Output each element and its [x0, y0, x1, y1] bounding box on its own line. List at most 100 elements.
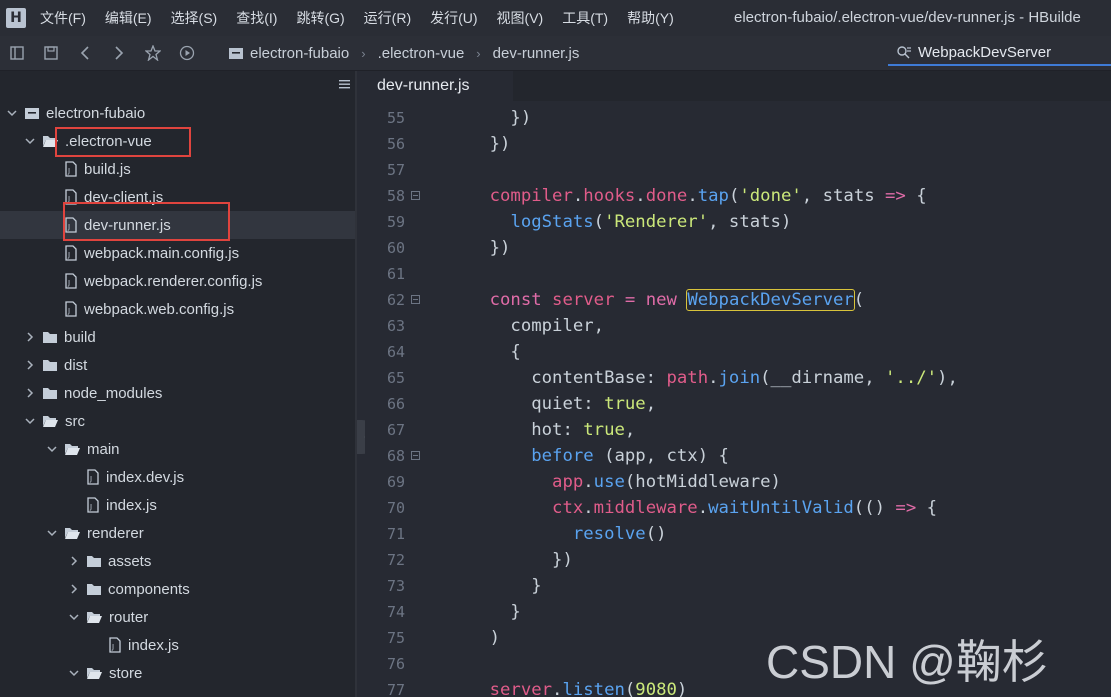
tree-file-item[interactable]: Jdev-runner.js — [0, 211, 357, 239]
menu-item[interactable]: 编辑(E) — [105, 8, 152, 28]
code-line[interactable]: 64 { — [365, 339, 1111, 365]
breadcrumb-item[interactable]: dev-runner.js — [493, 45, 580, 62]
menu-icon[interactable] — [339, 77, 351, 95]
menu-item[interactable]: 视图(V) — [497, 8, 544, 28]
search-box — [888, 40, 1111, 66]
code-line[interactable]: 71 resolve() — [365, 521, 1111, 547]
chevron-down-icon[interactable] — [68, 611, 80, 623]
tree-file-item[interactable]: Jindex.dev.js — [0, 463, 357, 491]
fold-toggle-icon[interactable] — [411, 295, 420, 304]
chevron-right-icon[interactable] — [24, 331, 36, 343]
code-line[interactable]: 73 } — [365, 573, 1111, 599]
chevron-down-icon[interactable] — [24, 415, 36, 427]
menu-item[interactable]: 工具(T) — [562, 8, 608, 28]
code-line[interactable]: 68 before (app, ctx) { — [365, 443, 1111, 469]
menu-item[interactable]: 发行(U) — [430, 8, 477, 28]
folder-icon — [86, 554, 102, 568]
code-token: 'done' — [739, 186, 802, 206]
file-js-icon: J — [64, 189, 78, 205]
code-line[interactable]: 63 compiler, — [365, 313, 1111, 339]
code-text: compiler, — [448, 313, 604, 339]
chevron-down-icon[interactable] — [46, 527, 58, 539]
folder-open-icon — [42, 414, 59, 428]
chevron-down-icon[interactable] — [6, 107, 18, 119]
code-line[interactable]: 55 }) — [365, 105, 1111, 131]
back-icon[interactable] — [68, 46, 102, 60]
tree-file-item[interactable]: Jdev-client.js — [0, 183, 357, 211]
tree-file-item[interactable]: Jwebpack.renderer.config.js — [0, 267, 357, 295]
tree-folder-item[interactable]: node_modules — [0, 379, 357, 407]
code-token: }) — [448, 550, 573, 570]
tree-folder-item[interactable]: components — [0, 575, 357, 603]
run-icon[interactable] — [170, 45, 204, 61]
forward-icon[interactable] — [102, 46, 136, 60]
code-line[interactable]: 66 quiet: true, — [365, 391, 1111, 417]
code-token: . — [708, 368, 719, 388]
line-number: 68 — [386, 447, 405, 465]
code-line[interactable]: 59 logStats('Renderer', stats) — [365, 209, 1111, 235]
tree-folder-item[interactable]: renderer — [0, 519, 357, 547]
breadcrumb-item[interactable]: electron-fubaio — [250, 45, 349, 62]
code-editor[interactable]: 55 }) 56 }) 57 58 compiler.hooks.done.tap('… — [365, 101, 1111, 697]
line-number: 64 — [386, 343, 405, 361]
chevron-down-icon[interactable] — [46, 443, 58, 455]
fold-toggle-icon[interactable] — [411, 191, 420, 200]
code-line[interactable]: 57 — [365, 157, 1111, 183]
menu-item[interactable]: 查找(I) — [236, 8, 277, 28]
code-line[interactable]: 56 }) — [365, 131, 1111, 157]
chevron-right-icon[interactable] — [24, 359, 36, 371]
menu-item[interactable]: 运行(R) — [364, 8, 411, 28]
tree-folder-item[interactable]: store — [0, 659, 357, 687]
search-input[interactable] — [918, 43, 1098, 61]
search-icon — [897, 46, 911, 59]
folder-open-icon — [86, 666, 103, 680]
code-line[interactable]: 61 — [365, 261, 1111, 287]
tree-file-item[interactable]: Jindex.js — [0, 491, 357, 519]
code-line[interactable]: 69 app.use(hotMiddleware) — [365, 469, 1111, 495]
tree-item-label: dev-client.js — [84, 188, 164, 206]
code-token: . — [697, 498, 709, 518]
tree-file-item[interactable]: Jwebpack.web.config.js — [0, 295, 357, 323]
menu-item[interactable]: 选择(S) — [171, 8, 218, 28]
tree-folder-item[interactable]: assets — [0, 547, 357, 575]
tree-folder-item[interactable]: src — [0, 407, 357, 435]
chevron-right-icon: › — [476, 45, 481, 61]
save-icon[interactable] — [34, 46, 68, 60]
code-line[interactable]: 60 }) — [365, 235, 1111, 261]
chevron-down-icon[interactable] — [68, 667, 80, 679]
code-line[interactable]: 62 const server = new WebpackDevServer( — [365, 287, 1111, 313]
code-text: quiet: true, — [448, 391, 656, 417]
svg-text:J: J — [67, 167, 70, 175]
code-line[interactable]: 74 } — [365, 599, 1111, 625]
tree-folder-item[interactable]: main — [0, 435, 357, 463]
code-token: new — [645, 290, 677, 310]
code-token: ) — [448, 628, 501, 648]
panel-toggle-icon[interactable] — [0, 46, 34, 60]
tree-folder-item[interactable]: electron-fubaio — [0, 99, 357, 127]
tree-folder-item[interactable]: dist — [0, 351, 357, 379]
fold-toggle-icon[interactable] — [411, 451, 420, 460]
code-line[interactable]: 70 ctx.middleware.waitUntilValid(() => { — [365, 495, 1111, 521]
chevron-right-icon[interactable] — [24, 387, 36, 399]
sidebar-scrollbar[interactable] — [355, 71, 357, 697]
chevron-down-icon[interactable] — [24, 135, 36, 147]
star-icon[interactable] — [136, 45, 170, 61]
menu-item[interactable]: 跳转(G) — [296, 8, 344, 28]
tree-folder-item[interactable]: .electron-vue — [0, 127, 357, 155]
tree-file-item[interactable]: Jindex.js — [0, 631, 357, 659]
menu-item[interactable]: 帮助(Y) — [627, 8, 674, 28]
code-line[interactable]: 67 hot: true, — [365, 417, 1111, 443]
breadcrumb-item[interactable]: .electron-vue — [378, 45, 465, 62]
chevron-right-icon[interactable] — [68, 583, 80, 595]
tab-dev-runner[interactable]: dev-runner.js — [365, 71, 513, 101]
code-line[interactable]: 58 compiler.hooks.done.tap('done', stats… — [365, 183, 1111, 209]
code-line[interactable]: 65 contentBase: path.join(__dirname, '..… — [365, 365, 1111, 391]
menu-item[interactable]: 文件(F) — [40, 8, 86, 28]
tree-folder-item[interactable]: router — [0, 603, 357, 631]
chevron-right-icon[interactable] — [68, 555, 80, 567]
tree-file-item[interactable]: Jbuild.js — [0, 155, 357, 183]
code-line[interactable]: 72 }) — [365, 547, 1111, 573]
tree-file-item[interactable]: Jwebpack.main.config.js — [0, 239, 357, 267]
tree-folder-item[interactable]: build — [0, 323, 357, 351]
